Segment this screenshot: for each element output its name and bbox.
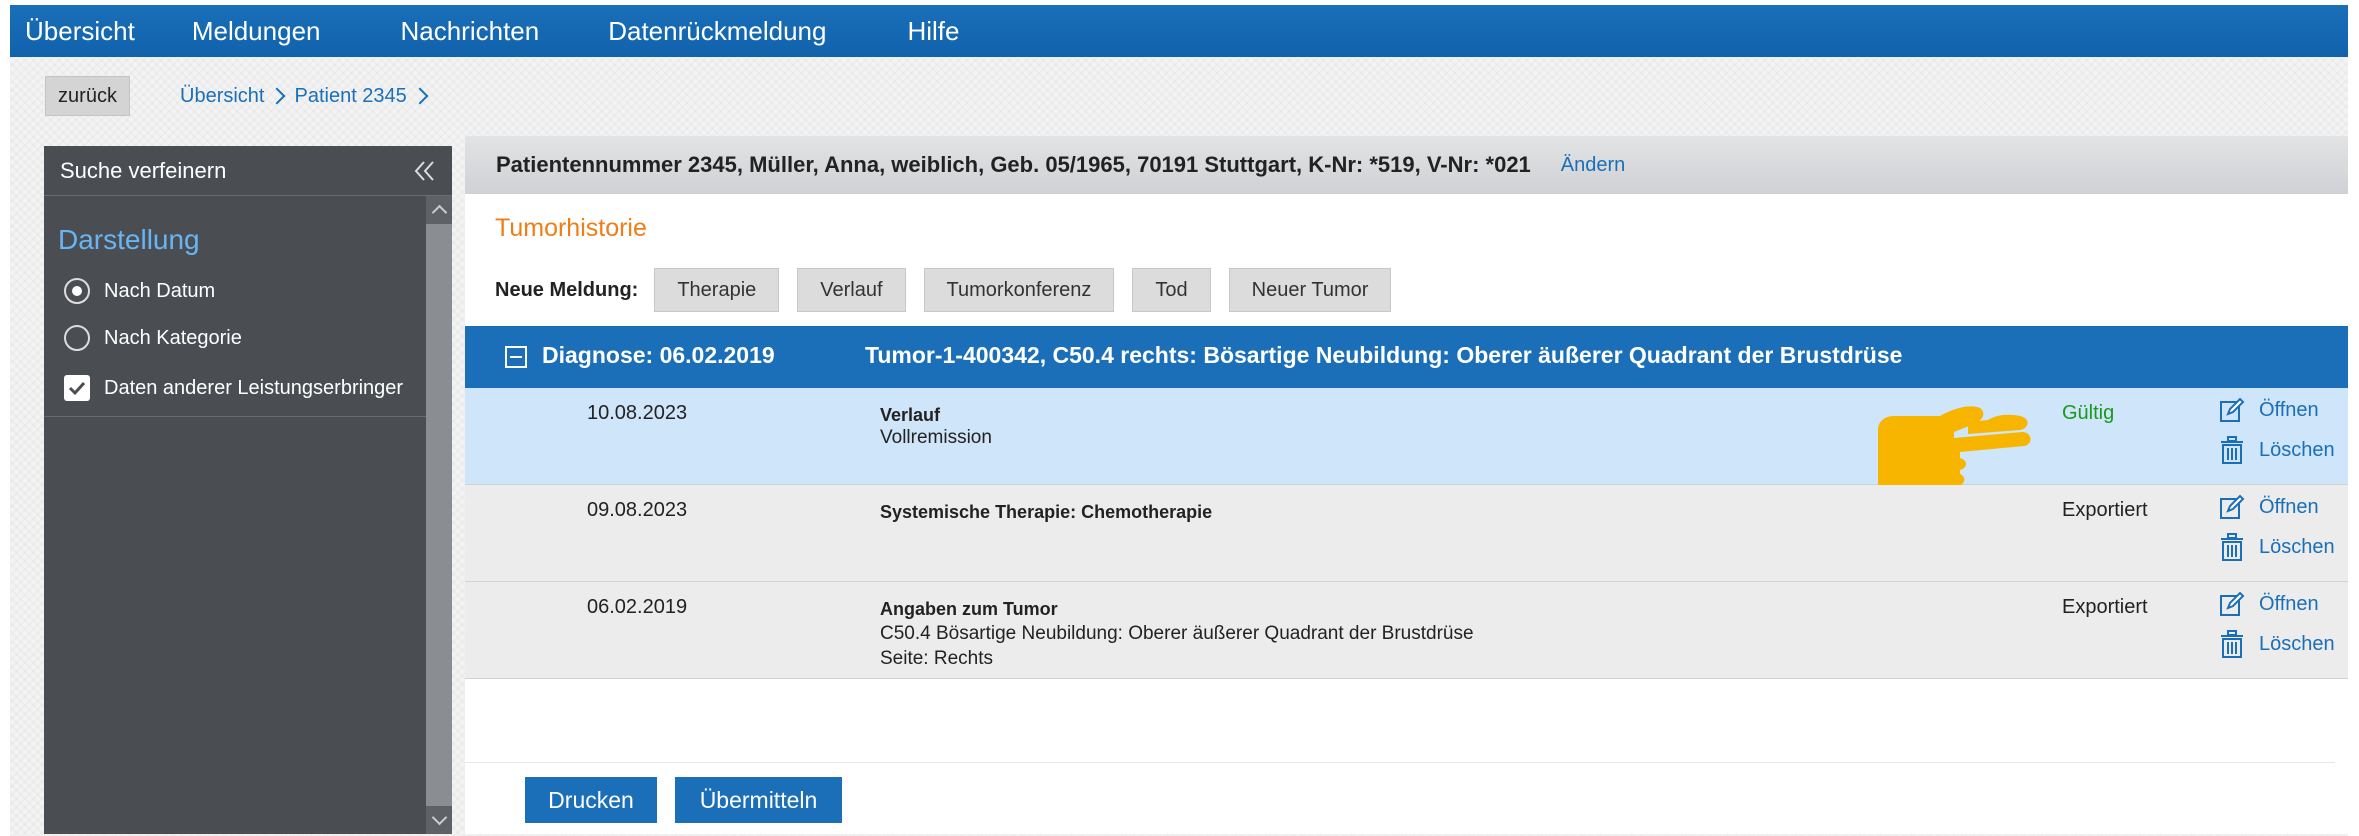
diagnosis-description: Tumor-1-400342, C50.4 rechts: Bösartige … [865,342,1903,368]
sidebar: Suche verfeinern Darstellung Nach Datum … [44,146,452,834]
trash-icon [2221,436,2243,464]
top-navigation: Übersicht Meldungen Nachrichten Datenrüc… [10,5,2348,57]
nav-item-nachrichten[interactable]: Nachrichten [400,5,539,57]
breadcrumb-item-uebersicht[interactable]: Übersicht [180,85,264,108]
new-report-label: Neue Meldung: [495,278,639,301]
entry-title: Verlauf [880,405,941,425]
trash-icon [2221,630,2243,658]
entry-date: 06.02.2019 [587,596,688,618]
open-label: Öffnen [2259,398,2319,421]
diagnosis-date: Diagnose: 06.02.2019 [542,342,775,368]
patient-info: Patientennummer 2345, Müller, Anna, weib… [496,152,1531,177]
delete-label: Löschen [2259,632,2335,655]
nav-item-datenrueckmeldung[interactable]: Datenrückmeldung [608,5,826,57]
radio-nach-kategorie[interactable]: Nach Kategorie [64,323,242,353]
sidebar-header: Suche verfeinern [44,146,452,196]
main-panel: Patientennummer 2345, Müller, Anna, weib… [465,136,2348,834]
footer-divider [465,762,2335,763]
delete-button[interactable]: Löschen [2219,630,2335,658]
history-row[interactable]: 09.08.2023 Systemische Therapie: Chemoth… [465,485,2348,582]
section-title: Tumorhistorie [495,214,647,242]
check-icon [68,381,86,396]
sidebar-scrollbar[interactable] [426,196,452,834]
radio-button-checked[interactable] [64,278,90,304]
breadcrumb: Übersicht Patient 2345 [180,76,437,116]
status-badge: Exportiert [2062,499,2148,521]
open-label: Öffnen [2259,495,2319,518]
sidebar-section-title: Darstellung [58,224,200,255]
radio-label: Nach Kategorie [104,326,242,349]
double-chevron-left-icon[interactable] [412,156,438,186]
edit-icon [2220,397,2245,422]
status-badge: Exportiert [2062,596,2148,618]
breadcrumb-item-patient[interactable]: Patient 2345 [294,85,406,108]
entry-detail: C50.4 Bösartige Neubildung: Oberer äußer… [880,623,1474,644]
open-label: Öffnen [2259,592,2319,615]
open-button[interactable]: Öffnen [2219,396,2319,424]
open-button[interactable]: Öffnen [2219,493,2319,521]
trash-icon [2221,533,2243,561]
entry-detail: Seite: Rechts [880,648,993,669]
new-report-toolbar: Neue Meldung: Therapie Verlauf Tumorkonf… [495,268,1409,312]
entry-title: Systemische Therapie: Chemotherapie [880,502,1213,522]
nav-item-hilfe[interactable]: Hilfe [907,5,959,57]
entry-title: Angaben zum Tumor [880,599,1058,619]
submit-button[interactable]: Übermitteln [675,777,842,823]
delete-label: Löschen [2259,438,2335,461]
scroll-up-icon[interactable] [426,196,452,224]
back-button[interactable]: zurück [45,76,130,116]
open-button[interactable]: Öffnen [2219,590,2319,618]
new-tod-button[interactable]: Tod [1132,268,1211,312]
patient-header: Patientennummer 2345, Müller, Anna, weib… [465,136,2348,194]
edit-icon [2220,494,2245,519]
new-tumorkonferenz-button[interactable]: Tumorkonferenz [923,268,1115,312]
radio-label: Nach Datum [104,279,216,302]
status-badge: Gültig [2062,402,2115,424]
page: Übersicht Meldungen Nachrichten Datenrüc… [10,5,2348,836]
sidebar-content: Darstellung Nach Datum Nach Kategorie Da… [44,196,426,834]
entry-date: 10.08.2023 [587,402,688,424]
sidebar-divider [44,416,426,417]
new-therapie-button[interactable]: Therapie [654,268,780,312]
nav-item-meldungen[interactable]: Meldungen [192,5,321,57]
checkbox-daten-anderer[interactable]: Daten anderer Leistungserbringer [64,373,424,403]
sidebar-title: Suche verfeinern [60,158,227,183]
history-row[interactable]: 10.08.2023 Verlauf Vollremission Gültig … [465,388,2348,501]
delete-button[interactable]: Löschen [2219,436,2335,464]
checkbox-checked[interactable] [64,375,90,401]
nav-item-uebersicht[interactable]: Übersicht [25,5,135,57]
entry-date: 09.08.2023 [587,499,688,521]
delete-button[interactable]: Löschen [2219,533,2335,561]
chevron-right-icon [264,86,294,106]
print-button[interactable]: Drucken [525,777,657,823]
radio-button[interactable] [64,325,90,351]
new-tumor-button[interactable]: Neuer Tumor [1228,268,1392,312]
checkbox-label: Daten anderer Leistungserbringer [104,376,404,399]
scroll-down-icon[interactable] [426,806,452,834]
diagnosis-header: Diagnose: 06.02.2019 Tumor-1-400342, C50… [465,326,2348,388]
new-verlauf-button[interactable]: Verlauf [797,268,906,312]
chevron-right-icon [407,86,437,106]
entry-detail: Vollremission [880,427,992,448]
radio-nach-datum[interactable]: Nach Datum [64,276,215,306]
edit-patient-link[interactable]: Ändern [1561,154,1626,177]
history-row[interactable]: 06.02.2019 Angaben zum Tumor C50.4 Bösar… [465,582,2348,679]
delete-label: Löschen [2259,535,2335,558]
edit-icon [2220,591,2245,616]
collapse-icon[interactable] [505,346,527,368]
